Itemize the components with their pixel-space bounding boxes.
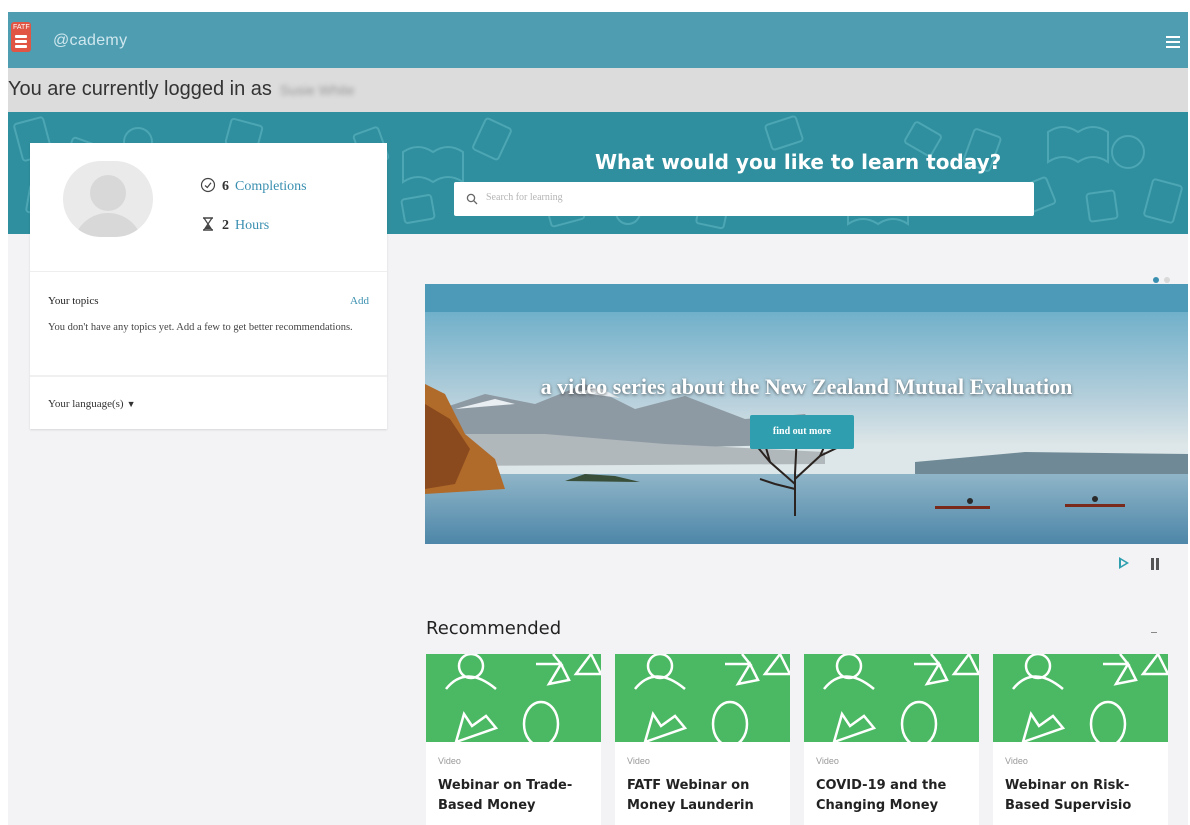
check-circle-icon	[200, 177, 216, 193]
fatf-logo[interactable]: FATF	[11, 22, 31, 52]
completions-label: Completions	[235, 179, 307, 194]
logo-stripe	[15, 45, 27, 48]
card-title[interactable]: Webinar on Risk-Based Supervisio	[1005, 776, 1155, 816]
find-out-more-button[interactable]: find out more	[750, 415, 854, 449]
completions-stat[interactable]: 6 Completions	[200, 177, 307, 195]
card-thumbnail	[993, 654, 1168, 742]
pause-icon[interactable]	[1151, 557, 1161, 570]
hours-label: Hours	[235, 218, 270, 233]
card-thumbnail	[804, 654, 979, 742]
play-icon[interactable]	[1119, 557, 1129, 569]
card-type: Video	[438, 756, 461, 766]
search-input[interactable]: Search for learning	[454, 182, 1034, 216]
logged-in-user-name: Susie White	[279, 81, 355, 98]
topics-empty-message: You don't have any topics yet. Add a few…	[48, 322, 353, 333]
logo-text: FATF	[13, 24, 30, 31]
search-icon	[466, 193, 478, 205]
recommended-heading: Recommended	[426, 618, 562, 639]
recommended-card[interactable]: Video FATF Webinar on Money Launderin	[615, 654, 790, 825]
card-title[interactable]: COVID-19 and the Changing Money	[816, 776, 966, 816]
login-status-bar: You are currently logged in as Susie Whit…	[8, 68, 1188, 112]
card-title[interactable]: FATF Webinar on Money Launderin	[627, 776, 777, 816]
people-arrows-illustration	[823, 654, 979, 742]
topics-heading: Your topics	[48, 295, 99, 307]
hamburger-menu-icon[interactable]	[1166, 36, 1180, 48]
hours-stat[interactable]: 2 Hours	[200, 216, 269, 234]
logo-stripe	[15, 40, 27, 43]
hours-count: 2	[222, 218, 229, 233]
card-type: Video	[816, 756, 839, 766]
card-thumbnail	[615, 654, 790, 742]
app-window: FATF @cademy You are currently logged in…	[8, 12, 1188, 825]
card-thumbnail	[426, 654, 601, 742]
recommended-card[interactable]: Video Webinar on Trade-Based Money	[426, 654, 601, 825]
login-status-text: You are currently logged in as Susie Whit…	[8, 78, 355, 101]
recommended-card[interactable]: Video COVID-19 and the Changing Money	[804, 654, 979, 825]
card-type: Video	[627, 756, 650, 766]
completions-count: 6	[222, 179, 229, 194]
divider	[30, 375, 387, 377]
people-arrows-illustration	[445, 654, 601, 742]
add-topics-link[interactable]: Add	[350, 295, 369, 307]
card-title[interactable]: Webinar on Trade-Based Money	[438, 776, 588, 816]
language-selector[interactable]: Your language(s) ▼	[48, 398, 136, 410]
language-label: Your language(s)	[48, 398, 124, 410]
carousel-slide[interactable]: a video series about the New Zealand Mut…	[425, 284, 1188, 544]
card-type: Video	[1005, 756, 1028, 766]
logo-stripe	[15, 35, 27, 38]
brand-name[interactable]: @cademy	[53, 32, 127, 50]
section-control[interactable]	[1151, 632, 1157, 633]
search-placeholder: Search for learning	[486, 192, 563, 203]
user-avatar[interactable]	[63, 161, 153, 237]
caret-down-icon: ▼	[126, 399, 136, 409]
recommended-card[interactable]: Video Webinar on Risk-Based Supervisio	[993, 654, 1168, 825]
hourglass-icon	[203, 217, 213, 231]
top-bar: FATF @cademy	[8, 12, 1188, 68]
profile-card: 6 Completions 2 Hours Your topics Add You …	[30, 143, 387, 429]
hero-title: What would you like to learn today?	[595, 150, 1002, 174]
people-arrows-illustration	[634, 654, 790, 742]
carousel-dot-active[interactable]	[1153, 277, 1159, 283]
slide-title: a video series about the New Zealand Mut…	[540, 374, 1073, 399]
carousel-dot[interactable]	[1164, 277, 1170, 283]
login-prefix: You are currently logged in as	[8, 78, 272, 100]
divider	[30, 271, 387, 272]
people-arrows-illustration	[1012, 654, 1168, 742]
lake-landscape-image	[425, 284, 1188, 544]
